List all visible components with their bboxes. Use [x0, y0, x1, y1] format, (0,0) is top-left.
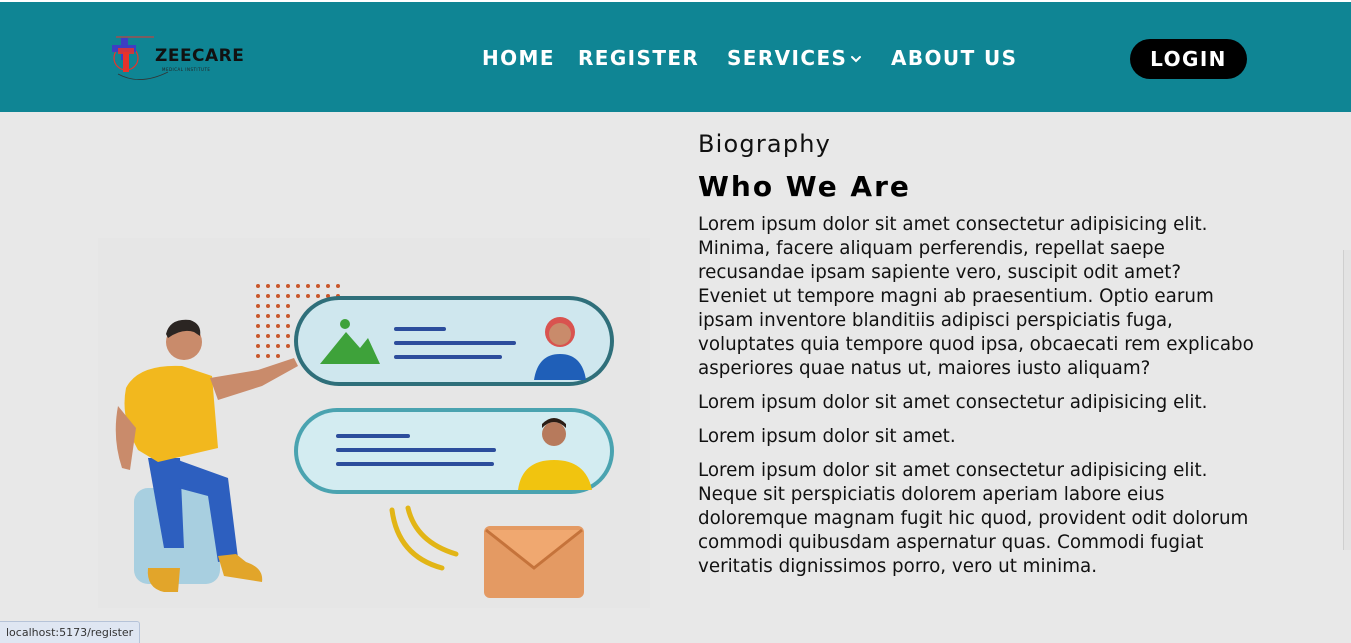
paragraph: Lorem ipsum dolor sit amet consectetur a… [698, 392, 1208, 413]
paragraph: Lorem ipsum dolor sit amet consectetur a… [698, 460, 1249, 577]
status-bar-url: localhost:5173/register [0, 621, 141, 643]
nav-register-link[interactable]: REGISTER [578, 46, 699, 70]
text-card [294, 408, 614, 494]
nav-home-link[interactable]: HOME [482, 46, 555, 70]
paragraph: Lorem ipsum dolor sit amet consectetur a… [698, 214, 1254, 379]
chevron-down-icon[interactable] [849, 52, 863, 66]
biography-text: Lorem ipsum dolor sit amet consectetur a… [698, 213, 1254, 589]
image-card [294, 296, 614, 386]
logo[interactable]: ZEECARE MEDICAL INSTITUTE [110, 34, 244, 84]
envelope-icon [484, 526, 584, 598]
login-button[interactable]: LOGIN [1130, 39, 1247, 79]
brand-name: ZEECARE [155, 46, 245, 66]
navbar: ZEECARE MEDICAL INSTITUTE HOME REGISTER … [0, 2, 1351, 112]
page-title: Who We Are [698, 170, 911, 203]
scrollbar[interactable] [1343, 250, 1351, 550]
brand-tagline: MEDICAL INSTITUTE [162, 67, 211, 72]
nav-about-link[interactable]: ABOUT US [891, 46, 1017, 70]
nav-services-link[interactable]: SERVICES [727, 46, 847, 70]
paragraph: Lorem ipsum dolor sit amet. [698, 426, 956, 447]
section-label: Biography [698, 130, 832, 158]
biography-illustration [98, 238, 650, 608]
